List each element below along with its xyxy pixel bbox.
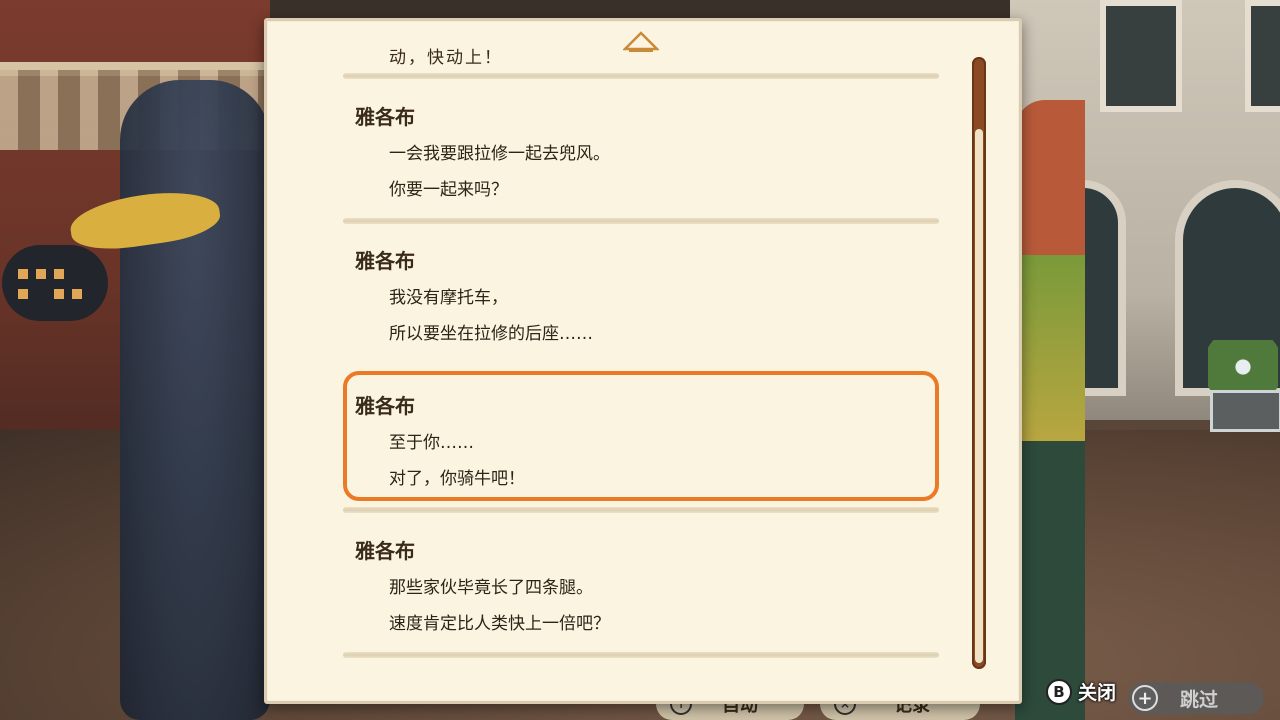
- lantern-sign: [2, 245, 108, 321]
- dialogue-line: 一会我要跟拉修一起去兜风。: [389, 144, 610, 164]
- speaker-name: 雅各布: [355, 539, 415, 563]
- speaker-name: 雅各布: [355, 105, 415, 129]
- dialogue-line: 至于你……: [389, 433, 474, 453]
- close-button[interactable]: B 关闭: [1046, 678, 1116, 705]
- dialogue-line: 你要一起来吗？: [389, 180, 508, 200]
- log-divider: [343, 73, 939, 79]
- log-divider: [343, 507, 939, 513]
- log-partial-line: 动，快动上！: [389, 48, 503, 68]
- dialogue-line: 对了，你骑牛吧！: [389, 469, 525, 489]
- character-left: [120, 80, 270, 720]
- skip-button[interactable]: + 跳过: [1128, 682, 1264, 714]
- log-divider: [343, 652, 939, 658]
- dialogue-line: 所以要坐在拉修的后座……: [389, 324, 593, 344]
- plus-button-icon: +: [1132, 685, 1158, 711]
- skip-label: 跳过: [1180, 688, 1219, 711]
- scrollbar-thumb[interactable]: [975, 129, 983, 663]
- flower-pot: [1210, 390, 1280, 432]
- dialogue-log-panel[interactable]: 动，快动上！ 雅各布 一会我要跟拉修一起去兜风。 你要一起来吗？ 雅各布 我没有…: [264, 18, 1022, 704]
- close-label: 关闭: [1078, 682, 1117, 704]
- character-right: [1015, 100, 1085, 720]
- log-scrollbar[interactable]: [972, 57, 986, 669]
- building-window: [1245, 0, 1280, 112]
- scroll-up-arrow-icon[interactable]: [623, 31, 659, 53]
- b-button-icon: B: [1046, 678, 1072, 705]
- speaker-name: 雅各布: [355, 394, 415, 418]
- dialogue-line: 那些家伙毕竟长了四条腿。: [389, 578, 593, 598]
- log-divider: [343, 218, 939, 224]
- dialogue-line: 我没有摩托车，: [389, 288, 508, 308]
- speaker-name: 雅各布: [355, 249, 415, 273]
- building-window: [1100, 0, 1182, 112]
- dialogue-line: 速度肯定比人类快上一倍吧？: [389, 614, 610, 634]
